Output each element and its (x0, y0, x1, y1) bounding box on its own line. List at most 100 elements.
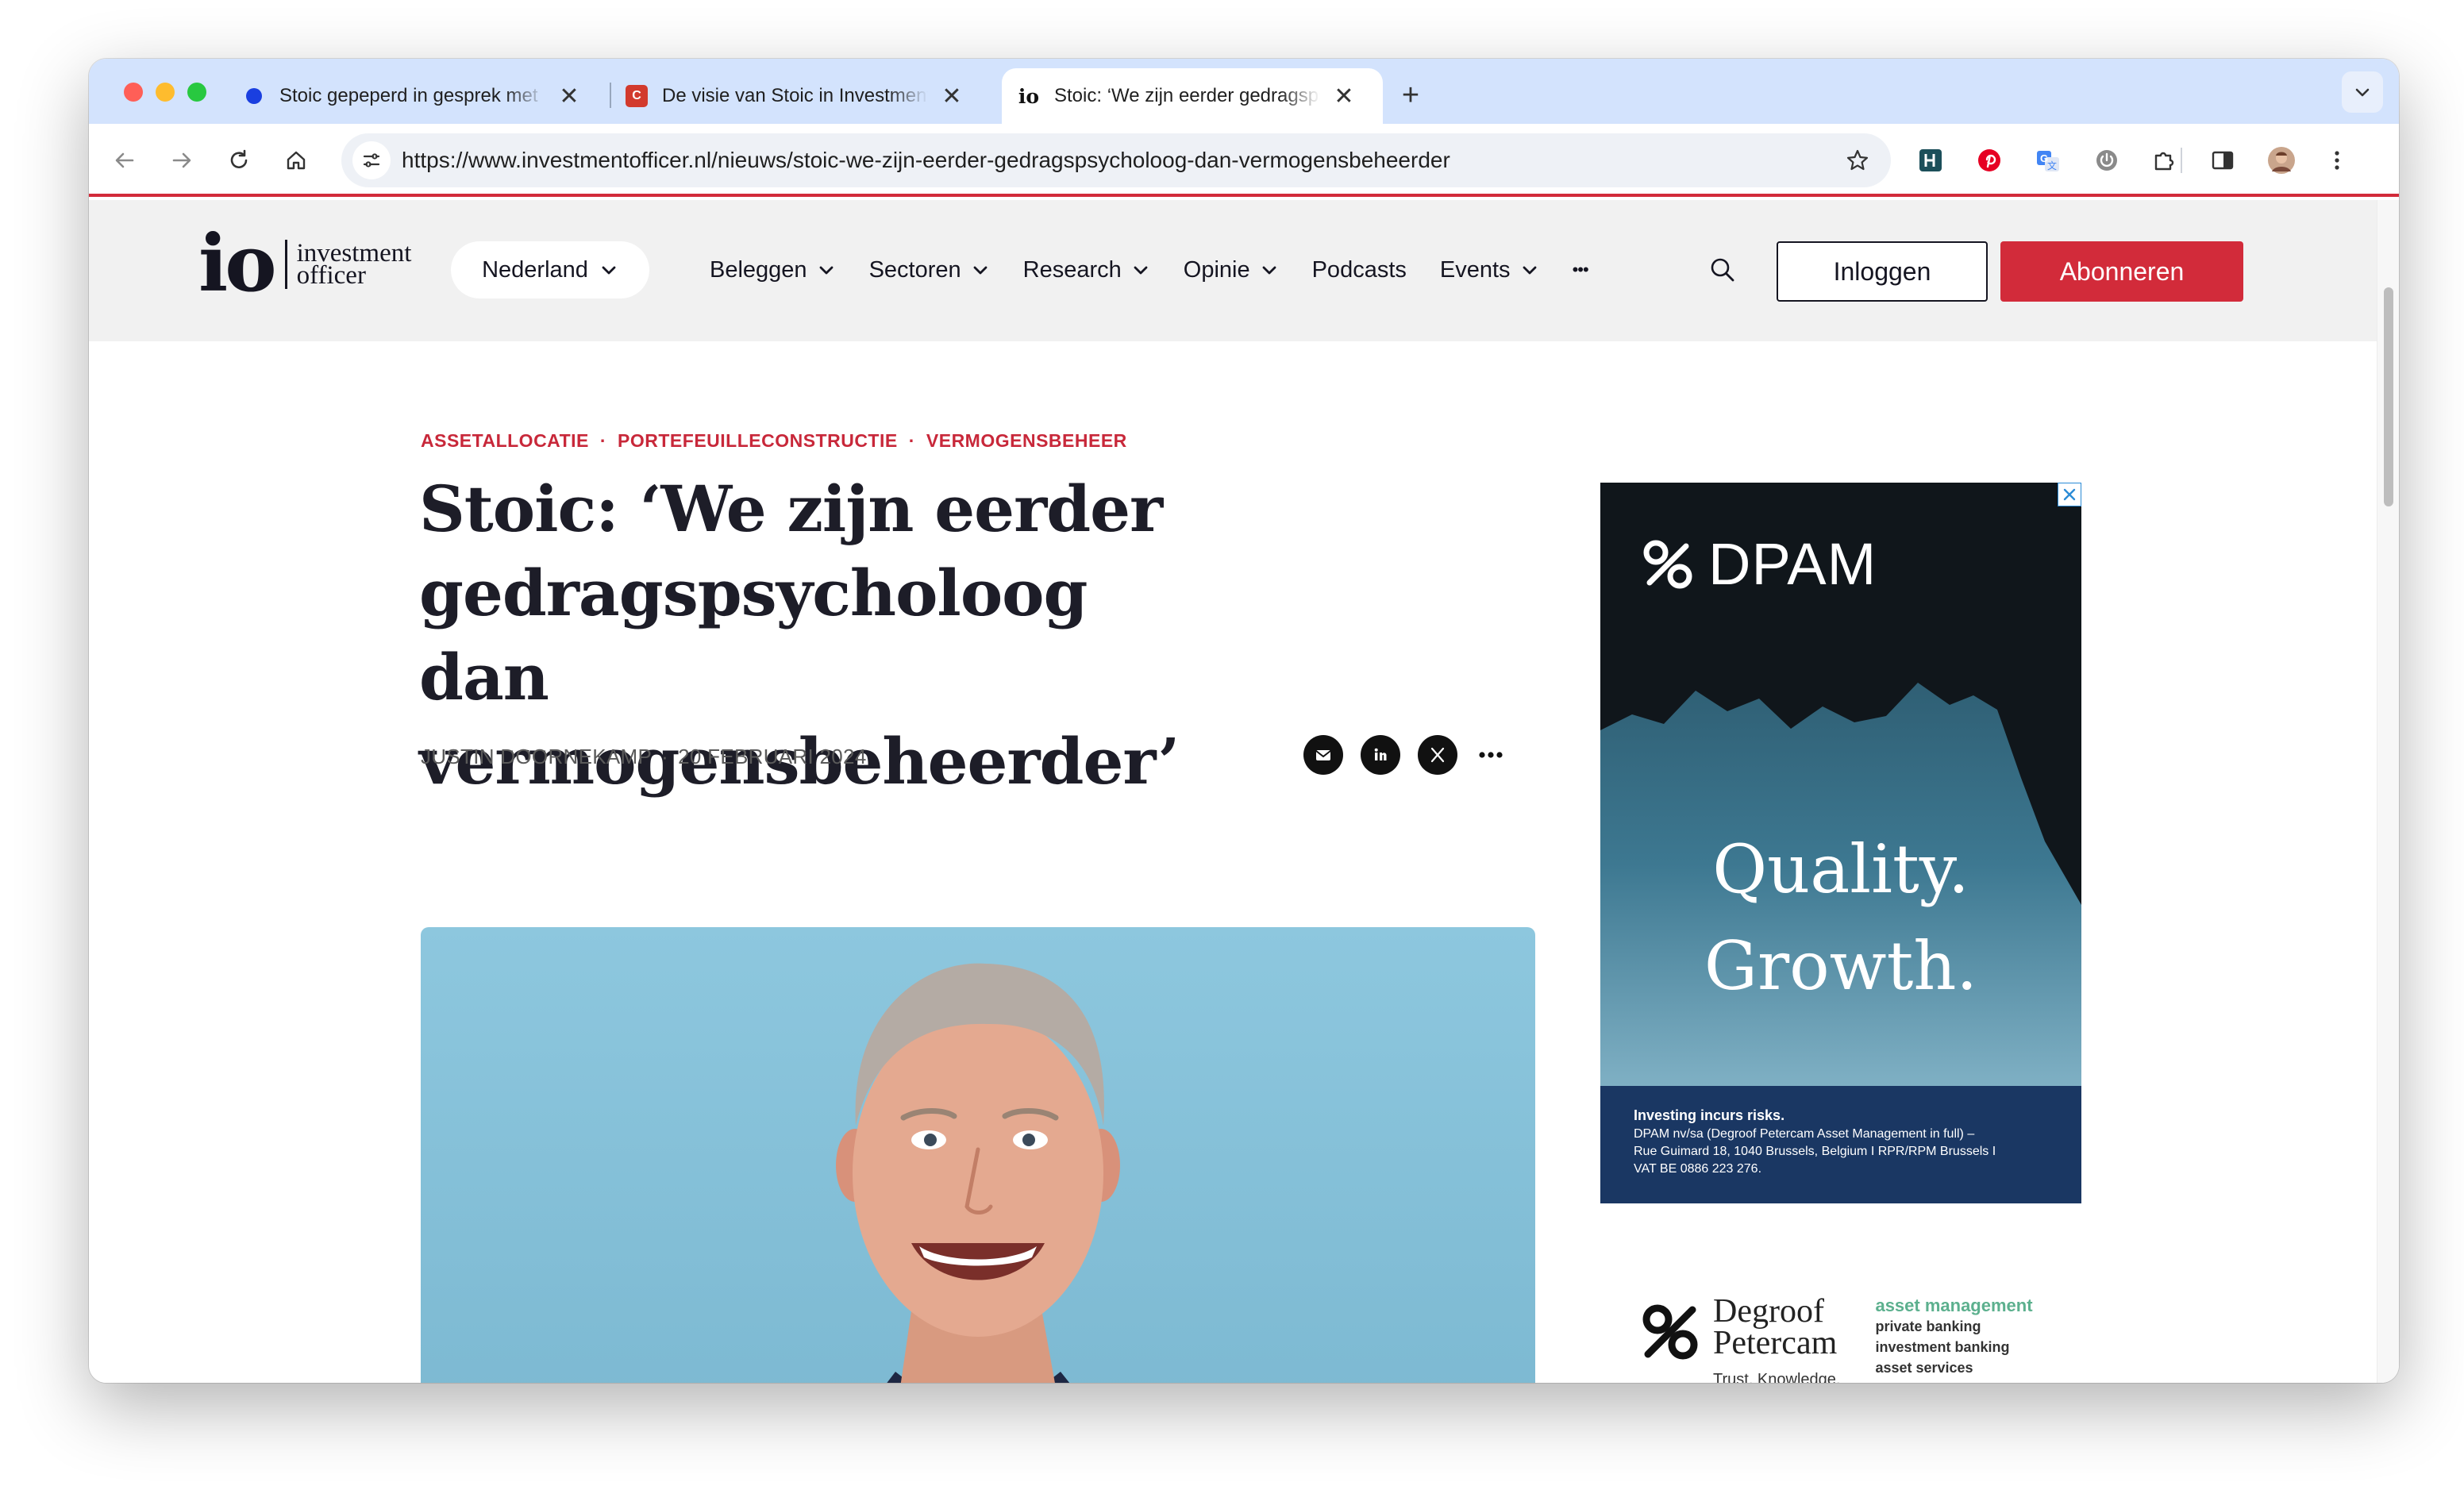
search-icon (1711, 258, 1734, 282)
tab-search-button[interactable] (2342, 71, 2383, 113)
side-panel-button[interactable] (2204, 141, 2242, 179)
site-search-button[interactable] (1705, 252, 1740, 287)
ad-brand-name: DPAM (1708, 531, 1877, 597)
new-tab-button[interactable]: + (1391, 76, 1430, 116)
nav-item-podcasts[interactable]: Podcasts (1312, 257, 1407, 283)
page-viewport: io investment officer Nederland Beleggen… (89, 200, 2399, 1383)
tune-icon (363, 153, 380, 167)
browser-tab-2[interactable]: C De visie van Stoic in Investment ✕ (610, 68, 991, 124)
browser-window: Stoic gepeperd in gesprek met ✕ C De vis… (89, 59, 2399, 1383)
reload-button[interactable] (221, 142, 257, 179)
toolbar-separator (2181, 148, 2182, 173)
share-x-button[interactable] (1418, 735, 1457, 775)
nav-item-opinie[interactable]: Opinie (1184, 257, 1279, 283)
tab-title: De visie van Stoic in Investment (662, 85, 928, 106)
browser-toolbar: https://www.investmentofficer.nl/nieuws/… (89, 124, 2399, 197)
sponsor-services: asset management private banking investm… (1875, 1295, 2033, 1376)
nav-item-research[interactable]: Research (1023, 257, 1150, 283)
chevron-down-icon (602, 266, 616, 275)
byline-separator: · (661, 745, 669, 768)
more-vertical-icon (2335, 151, 2339, 170)
scrollbar-thumb[interactable] (2384, 287, 2393, 506)
close-tab-icon[interactable]: ✕ (558, 83, 580, 110)
chevron-down-icon (819, 266, 833, 275)
ad-brand: DPAM (1640, 530, 1877, 598)
more-horizontal-icon (1479, 752, 1503, 758)
tab-title: Stoic gepeperd in gesprek met (279, 85, 538, 106)
power-icon (2096, 150, 2117, 171)
share-more-button[interactable] (1475, 735, 1507, 775)
ad-close-button[interactable] (2058, 483, 2081, 506)
logo-divider (284, 240, 287, 289)
chevron-down-icon (2355, 88, 2370, 97)
browser-tab-1[interactable]: Stoic gepeperd in gesprek met ✕ (227, 68, 606, 124)
extension-h-button[interactable] (1912, 141, 1950, 179)
site-logo[interactable]: io investment officer (198, 225, 411, 303)
chevron-down-icon (1134, 266, 1148, 275)
reload-icon (230, 149, 248, 168)
share-buttons (1303, 735, 1507, 775)
chevron-down-icon (973, 266, 988, 275)
x-logo-icon (1430, 747, 1445, 763)
site-header: io investment officer Nederland Beleggen… (89, 200, 2377, 341)
power-extension-button[interactable] (2088, 141, 2126, 179)
tab-favicon-icon (243, 85, 265, 107)
tab-strip: Stoic gepeperd in gesprek met ✕ C De vis… (89, 59, 2399, 124)
minimize-window-button[interactable] (156, 83, 175, 102)
publish-date: 20 FEBRUARI 2024 (678, 745, 867, 768)
url-text[interactable]: https://www.investmentofficer.nl/nieuws/… (402, 133, 1450, 187)
category-link-assetallocatie[interactable]: ASSETALLOCATIE (421, 430, 589, 452)
avatar-icon (2268, 147, 2295, 174)
close-tab-icon[interactable]: ✕ (1333, 83, 1355, 110)
category-link-portefeuilleconstructie[interactable]: PORTEFEUILLECONSTRUCTIE (618, 430, 898, 452)
maximize-window-button[interactable] (187, 83, 206, 102)
close-icon (2063, 488, 2076, 501)
side-panel-icon (2212, 151, 2234, 170)
login-button[interactable]: Inloggen (1777, 241, 1988, 302)
page-scrollbar[interactable] (2377, 200, 2399, 1383)
ad-slogan: Quality. Growth. (1704, 830, 1978, 1005)
close-tab-icon[interactable]: ✕ (941, 83, 963, 110)
profile-avatar-button[interactable] (2262, 141, 2300, 179)
chevron-down-icon (1262, 266, 1276, 275)
browser-menu-button[interactable] (2318, 141, 2356, 179)
tab-title: Stoic: ‘We zijn eerder gedragsps (1054, 85, 1320, 106)
ad-disclaimer: Investing incurs risks. DPAM nv/sa (Degr… (1600, 1086, 2081, 1203)
subscribe-button[interactable]: Abonneren (2000, 241, 2243, 302)
degroof-petercam-sponsor[interactable]: Degroof Petercam Trust. Knowledge. asset… (1640, 1295, 2033, 1383)
country-label: Nederland (482, 256, 588, 283)
portrait-illustration (836, 963, 1120, 1383)
tab-favicon-icon: C (626, 85, 648, 107)
article-hero-image (421, 927, 1535, 1383)
sponsor-tagline: Trust. Knowledge. (1713, 1371, 1841, 1383)
nav-item-beleggen[interactable]: Beleggen (710, 257, 836, 283)
email-icon (1315, 750, 1331, 760)
extensions-button[interactable] (2145, 141, 2183, 179)
category-link-vermogensbeheer[interactable]: VERMOGENSBEHEER (926, 430, 1127, 452)
puzzle-icon (2154, 152, 2174, 171)
translate-extension-button[interactable]: G文 (2029, 141, 2067, 179)
nav-item-sectoren[interactable]: Sectoren (869, 257, 990, 283)
category-separator: · (908, 430, 915, 451)
nav-more-button[interactable]: ••• (1573, 260, 1589, 280)
nav-item-events[interactable]: Events (1440, 257, 1539, 283)
close-window-button[interactable] (124, 83, 143, 102)
share-linkedin-button[interactable] (1361, 735, 1400, 775)
arrow-right-icon (172, 152, 191, 168)
degroof-petercam-logo-icon (1642, 1304, 1698, 1360)
share-email-button[interactable] (1303, 735, 1343, 775)
dpam-advertisement[interactable]: DPAM Quality. Growth. Investing incurs r… (1600, 483, 2081, 1203)
author-link[interactable]: JUSTIN DOORNEKAMP (421, 745, 652, 769)
site-info-button[interactable] (352, 141, 391, 179)
pinterest-extension-button[interactable] (1970, 141, 2008, 179)
bookmark-star-button[interactable] (1842, 144, 1873, 176)
main-navigation: Beleggen Sectoren Research Opinie Podcas… (710, 241, 1589, 298)
translate-icon: G文 (2037, 151, 2059, 171)
back-button[interactable] (106, 142, 143, 179)
browser-tab-active[interactable]: io Stoic: ‘We zijn eerder gedragsps ✕ (1002, 68, 1383, 124)
home-button[interactable] (278, 142, 314, 179)
forward-button[interactable] (164, 142, 200, 179)
country-selector[interactable]: Nederland (451, 241, 649, 298)
svg-text:文: 文 (2047, 160, 2057, 171)
address-bar[interactable]: https://www.investmentofficer.nl/nieuws/… (341, 133, 1891, 187)
